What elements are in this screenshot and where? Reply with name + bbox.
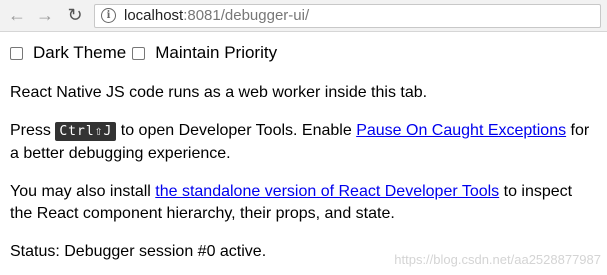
page-content: Dark Theme Maintain Priority React Nativ… — [0, 42, 607, 263]
devtools-instructions: Press Ctrl⇧J to open Developer Tools. En… — [10, 120, 597, 165]
install-instructions: You may also install the standalone vers… — [10, 181, 597, 225]
press-middle: to open Developer Tools. Enable — [116, 122, 357, 139]
address-bar[interactable]: i localhost:8081/debugger-ui/ — [94, 3, 601, 28]
maintain-priority-toggle[interactable]: Maintain Priority — [132, 42, 277, 64]
reload-icon[interactable]: ↻ — [64, 5, 86, 27]
pause-on-caught-exceptions-link[interactable]: Pause On Caught Exceptions — [356, 122, 566, 139]
settings-toggles: Dark Theme Maintain Priority — [10, 42, 597, 64]
info-icon[interactable]: i — [101, 8, 116, 23]
press-prefix: Press — [10, 122, 56, 139]
browser-toolbar: ← → ↻ i localhost:8081/debugger-ui/ — [0, 0, 607, 32]
dark-theme-checkbox[interactable] — [10, 46, 23, 60]
react-devtools-link[interactable]: the standalone version of React Develope… — [155, 183, 499, 200]
url-path: :8081/debugger-ui/ — [183, 7, 310, 24]
intro-text: React Native JS code runs as a web worke… — [10, 84, 428, 101]
maintain-priority-checkbox[interactable] — [132, 46, 146, 60]
url-host: localhost — [124, 7, 184, 24]
back-icon[interactable]: ← — [6, 5, 28, 27]
watermark: https://blog.csdn.net/aa2528877987 — [394, 252, 601, 267]
maintain-priority-label: Maintain Priority — [155, 43, 278, 62]
forward-icon[interactable]: → — [34, 5, 56, 27]
dark-theme-toggle[interactable]: Dark Theme — [10, 42, 126, 64]
shortcut-key: Ctrl⇧J — [55, 122, 117, 141]
install-prefix: You may also install — [10, 183, 156, 200]
dark-theme-label: Dark Theme — [33, 43, 127, 62]
